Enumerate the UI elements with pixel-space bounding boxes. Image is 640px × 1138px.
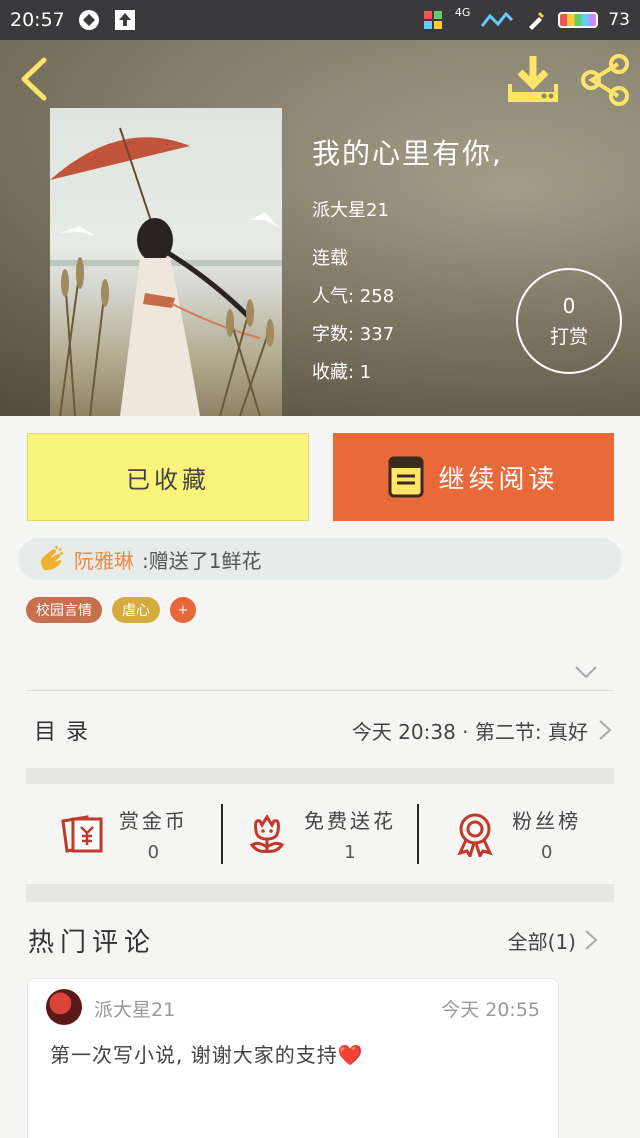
fan-ranking-button[interactable]: 粉丝榜 0 — [419, 805, 614, 863]
book-icon — [388, 456, 424, 498]
tag-list: 校园言情 虐心 + — [26, 597, 196, 623]
comment-user[interactable]: 派大星21 — [94, 995, 175, 1022]
chevron-right-icon[interactable] — [582, 928, 600, 952]
continue-reading-label: 继续阅读 — [438, 464, 559, 495]
flower-icon — [249, 814, 285, 853]
status-time: 20:57 — [10, 9, 65, 31]
reward-coins-button[interactable]: 赏金币 0 — [26, 805, 221, 863]
chevron-left-icon — [21, 57, 47, 101]
stat-value: 0 — [540, 842, 553, 863]
divider — [26, 690, 614, 691]
applause-icon — [41, 545, 64, 571]
comments-title: 热门评论 — [28, 927, 157, 958]
reward-label: 打赏 — [549, 325, 588, 348]
stat-value: 0 — [147, 842, 160, 863]
chevron-right-icon — [599, 720, 612, 740]
comments-header: 热门评论 全部(1) — [28, 918, 600, 962]
comment-text: 第一次写小说, 谢谢大家的支持❤️ — [50, 1043, 364, 1067]
book-word-count: 字数: 337 — [312, 324, 395, 345]
collected-label: 已收藏 — [126, 465, 210, 494]
tag-item[interactable]: 虐心 — [112, 597, 160, 623]
flashlight-icon — [524, 8, 548, 32]
book-title: 我的心里有你, — [312, 137, 503, 170]
stat-label: 粉丝榜 — [512, 809, 582, 833]
book-header: 我的心里有你, 派大星21 连载 人气: 258 字数: 337 收藏: 1 0… — [0, 40, 640, 416]
tag-item[interactable]: 校园言情 — [26, 597, 102, 623]
battery-level: 73 — [608, 10, 630, 30]
stat-label: 赏金币 — [118, 809, 188, 833]
toc-label: 目录 — [34, 720, 99, 745]
stats-row: 赏金币 0 免费送花 1 粉丝榜 0 — [26, 784, 614, 884]
gift-notice[interactable]: 阮雅琳 :赠送了1鲜花 — [18, 538, 622, 580]
upload-icon — [113, 8, 137, 32]
app-notification-icon — [77, 8, 101, 32]
reward-button[interactable]: 0 打赏 — [516, 268, 622, 374]
download-icon — [508, 56, 558, 102]
reward-count: 0 — [562, 293, 576, 318]
network-type: 4G — [454, 5, 471, 19]
stat-label: 免费送花 — [304, 809, 396, 833]
comment-time: 今天 20:55 — [441, 999, 540, 1021]
medal-icon — [457, 813, 493, 857]
signal-icon — [480, 8, 514, 32]
book-info: 我的心里有你, 派大星21 连载 人气: 258 字数: 337 收藏: 1 — [312, 132, 503, 396]
book-status: 连载 — [312, 248, 348, 269]
add-tag-button[interactable]: + — [170, 597, 196, 623]
book-popularity: 人气: 258 — [312, 286, 395, 307]
chevron-down-icon[interactable] — [574, 664, 598, 680]
section-separator — [26, 768, 614, 784]
table-of-contents-row[interactable]: 目录 今天 20:38 · 第二节: 真好 — [26, 692, 614, 768]
red-envelope-icon — [61, 815, 103, 853]
gift-text: :赠送了1鲜花 — [142, 548, 262, 573]
battery-icon — [558, 12, 599, 28]
comment-card[interactable]: 派大星21 今天 20:55 第一次写小说, 谢谢大家的支持❤️ — [27, 978, 559, 1138]
avatar[interactable] — [46, 989, 82, 1025]
all-comments-link[interactable]: 全部(1) — [508, 926, 576, 955]
latest-chapter: 今天 20:38 · 第二节: 真好 — [351, 719, 588, 744]
gift-user: 阮雅琳 — [74, 548, 134, 573]
grid-icon — [421, 8, 445, 32]
status-bar: 20:57 4G 73 — [0, 0, 640, 40]
book-cover-image[interactable] — [50, 108, 282, 416]
book-author[interactable]: 派大星21 — [312, 196, 503, 222]
share-icon — [581, 54, 629, 106]
stat-value: 1 — [344, 842, 356, 863]
back-button[interactable] — [14, 56, 54, 102]
share-button[interactable] — [578, 54, 632, 106]
section-separator — [26, 884, 614, 902]
book-favorites: 收藏: 1 — [312, 362, 372, 383]
free-flower-button[interactable]: 免费送花 1 — [223, 805, 418, 863]
download-button[interactable] — [506, 54, 560, 106]
continue-reading-button[interactable]: 继续阅读 — [333, 433, 614, 521]
collected-button[interactable]: 已收藏 — [27, 433, 309, 521]
